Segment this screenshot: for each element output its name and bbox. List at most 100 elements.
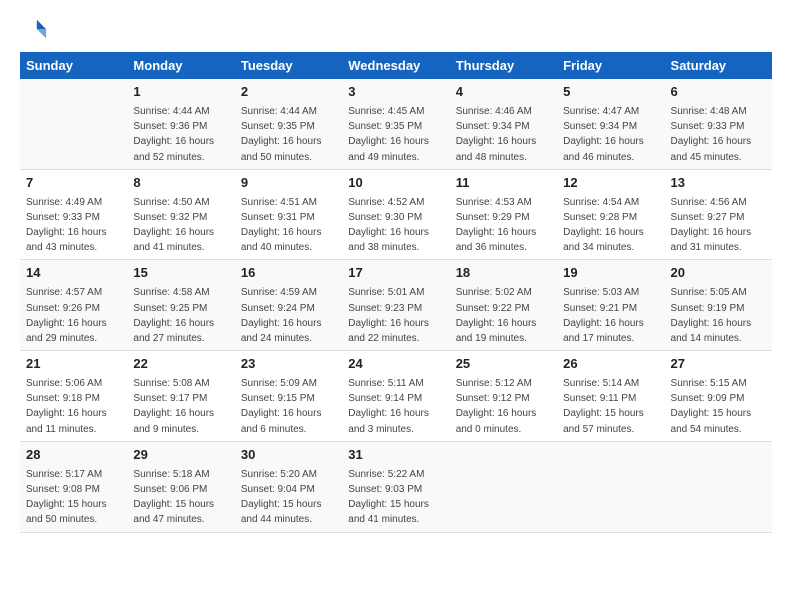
calendar-cell: 6Sunrise: 4:48 AM Sunset: 9:33 PM Daylig… — [665, 79, 772, 169]
day-number: 25 — [456, 355, 551, 374]
day-number: 11 — [456, 174, 551, 193]
calendar-cell: 20Sunrise: 5:05 AM Sunset: 9:19 PM Dayli… — [665, 260, 772, 351]
calendar-cell: 21 Sunrise: 5:06 AM Sunset: 9:18 PM Dayli… — [20, 351, 127, 442]
calendar-cell: 2 Sunrise: 4:44 AM Sunset: 9:35 PM Daylig… — [235, 79, 342, 169]
day-info: Sunrise: 4:47 AM Sunset: 9:34 PM Dayligh… — [563, 106, 644, 163]
col-header-tuesday: Tuesday — [235, 52, 342, 79]
week-row-3: 14 Sunrise: 4:57 AM Sunset: 9:26 PM Dayli… — [20, 260, 772, 351]
header — [20, 16, 772, 44]
day-number: 18 — [456, 264, 551, 283]
col-header-sunday: Sunday — [20, 52, 127, 79]
day-info: Sunrise: 4:54 AM Sunset: 9:28 PM Dayligh… — [563, 197, 644, 254]
day-info: Sunrise: 4:45 AM Sunset: 9:35 PM Dayligh… — [348, 106, 429, 163]
day-number: 13 — [671, 174, 766, 193]
calendar-cell: 28 Sunrise: 5:17 AM Sunset: 9:08 PM Dayli… — [20, 441, 127, 532]
day-info: Sunrise: 5:11 AM Sunset: 9:14 PM Dayligh… — [348, 378, 429, 435]
calendar-table: SundayMondayTuesdayWednesdayThursdayFrid… — [20, 52, 772, 533]
day-number: 24 — [348, 355, 443, 374]
calendar-cell: 12 Sunrise: 4:54 AM Sunset: 9:28 PM Dayli… — [557, 169, 664, 260]
calendar-cell: 30Sunrise: 5:20 AM Sunset: 9:04 PM Dayli… — [235, 441, 342, 532]
day-info: Sunrise: 4:46 AM Sunset: 9:34 PM Dayligh… — [456, 106, 537, 163]
day-info: Sunrise: 5:06 AM Sunset: 9:18 PM Dayligh… — [26, 378, 107, 435]
day-number: 29 — [133, 446, 228, 465]
header-row: SundayMondayTuesdayWednesdayThursdayFrid… — [20, 52, 772, 79]
week-row-5: 28 Sunrise: 5:17 AM Sunset: 9:08 PM Dayli… — [20, 441, 772, 532]
day-info: Sunrise: 5:03 AM Sunset: 9:21 PM Dayligh… — [563, 287, 644, 344]
day-info: Sunrise: 4:59 AM Sunset: 9:24 PM Dayligh… — [241, 287, 322, 344]
day-info: Sunrise: 5:20 AM Sunset: 9:04 PM Dayligh… — [241, 469, 322, 526]
day-number: 23 — [241, 355, 336, 374]
calendar-cell: 13 Sunrise: 4:56 AM Sunset: 9:27 PM Dayli… — [665, 169, 772, 260]
col-header-friday: Friday — [557, 52, 664, 79]
calendar-cell: 16 Sunrise: 4:59 AM Sunset: 9:24 PM Dayli… — [235, 260, 342, 351]
day-number: 1 — [133, 83, 228, 102]
day-number: 9 — [241, 174, 336, 193]
day-number: 10 — [348, 174, 443, 193]
day-info: Sunrise: 5:17 AM Sunset: 9:08 PM Dayligh… — [26, 469, 107, 526]
day-number: 12 — [563, 174, 658, 193]
calendar-cell — [665, 441, 772, 532]
day-number: 7 — [26, 174, 121, 193]
calendar-cell: 25 Sunrise: 5:12 AM Sunset: 9:12 PM Dayli… — [450, 351, 557, 442]
calendar-cell: 31 Sunrise: 5:22 AM Sunset: 9:03 PM Dayli… — [342, 441, 449, 532]
calendar-cell: 11Sunrise: 4:53 AM Sunset: 9:29 PM Dayli… — [450, 169, 557, 260]
day-info: Sunrise: 4:57 AM Sunset: 9:26 PM Dayligh… — [26, 287, 107, 344]
day-number: 3 — [348, 83, 443, 102]
col-header-saturday: Saturday — [665, 52, 772, 79]
calendar-cell — [450, 441, 557, 532]
calendar-cell: 22Sunrise: 5:08 AM Sunset: 9:17 PM Dayli… — [127, 351, 234, 442]
week-row-1: 1Sunrise: 4:44 AM Sunset: 9:36 PM Daylig… — [20, 79, 772, 169]
week-row-2: 7Sunrise: 4:49 AM Sunset: 9:33 PM Daylig… — [20, 169, 772, 260]
day-info: Sunrise: 5:18 AM Sunset: 9:06 PM Dayligh… — [133, 469, 214, 526]
day-number: 16 — [241, 264, 336, 283]
day-number: 21 — [26, 355, 121, 374]
day-number: 15 — [133, 264, 228, 283]
day-info: Sunrise: 5:01 AM Sunset: 9:23 PM Dayligh… — [348, 287, 429, 344]
day-info: Sunrise: 5:15 AM Sunset: 9:09 PM Dayligh… — [671, 378, 752, 435]
day-info: Sunrise: 5:12 AM Sunset: 9:12 PM Dayligh… — [456, 378, 537, 435]
calendar-cell — [20, 79, 127, 169]
calendar-cell: 14 Sunrise: 4:57 AM Sunset: 9:26 PM Dayli… — [20, 260, 127, 351]
day-number: 28 — [26, 446, 121, 465]
day-number: 31 — [348, 446, 443, 465]
day-info: Sunrise: 4:52 AM Sunset: 9:30 PM Dayligh… — [348, 197, 429, 254]
day-number: 22 — [133, 355, 228, 374]
calendar-cell: 7Sunrise: 4:49 AM Sunset: 9:33 PM Daylig… — [20, 169, 127, 260]
calendar-cell: 9 Sunrise: 4:51 AM Sunset: 9:31 PM Daylig… — [235, 169, 342, 260]
day-info: Sunrise: 4:51 AM Sunset: 9:31 PM Dayligh… — [241, 197, 322, 254]
calendar-cell: 5 Sunrise: 4:47 AM Sunset: 9:34 PM Daylig… — [557, 79, 664, 169]
day-info: Sunrise: 5:02 AM Sunset: 9:22 PM Dayligh… — [456, 287, 537, 344]
day-info: Sunrise: 4:44 AM Sunset: 9:35 PM Dayligh… — [241, 106, 322, 163]
day-info: Sunrise: 4:56 AM Sunset: 9:27 PM Dayligh… — [671, 197, 752, 254]
calendar-cell: 8 Sunrise: 4:50 AM Sunset: 9:32 PM Daylig… — [127, 169, 234, 260]
day-info: Sunrise: 4:58 AM Sunset: 9:25 PM Dayligh… — [133, 287, 214, 344]
day-number: 5 — [563, 83, 658, 102]
week-row-4: 21 Sunrise: 5:06 AM Sunset: 9:18 PM Dayli… — [20, 351, 772, 442]
calendar-cell: 4 Sunrise: 4:46 AM Sunset: 9:34 PM Daylig… — [450, 79, 557, 169]
calendar-cell: 24 Sunrise: 5:11 AM Sunset: 9:14 PM Dayli… — [342, 351, 449, 442]
logo-icon — [20, 16, 48, 44]
col-header-wednesday: Wednesday — [342, 52, 449, 79]
calendar-cell: 23 Sunrise: 5:09 AM Sunset: 9:15 PM Dayli… — [235, 351, 342, 442]
day-info: Sunrise: 5:22 AM Sunset: 9:03 PM Dayligh… — [348, 469, 429, 526]
day-info: Sunrise: 5:14 AM Sunset: 9:11 PM Dayligh… — [563, 378, 644, 435]
day-info: Sunrise: 5:09 AM Sunset: 9:15 PM Dayligh… — [241, 378, 322, 435]
page: SundayMondayTuesdayWednesdayThursdayFrid… — [0, 0, 792, 543]
day-number: 26 — [563, 355, 658, 374]
day-number: 17 — [348, 264, 443, 283]
calendar-cell: 19Sunrise: 5:03 AM Sunset: 9:21 PM Dayli… — [557, 260, 664, 351]
calendar-cell: 26 Sunrise: 5:14 AM Sunset: 9:11 PM Dayli… — [557, 351, 664, 442]
calendar-cell: 1Sunrise: 4:44 AM Sunset: 9:36 PM Daylig… — [127, 79, 234, 169]
day-number: 14 — [26, 264, 121, 283]
calendar-cell: 29 Sunrise: 5:18 AM Sunset: 9:06 PM Dayli… — [127, 441, 234, 532]
day-number: 4 — [456, 83, 551, 102]
calendar-cell: 18 Sunrise: 5:02 AM Sunset: 9:22 PM Dayli… — [450, 260, 557, 351]
day-number: 2 — [241, 83, 336, 102]
day-info: Sunrise: 5:05 AM Sunset: 9:19 PM Dayligh… — [671, 287, 752, 344]
day-number: 27 — [671, 355, 766, 374]
logo — [20, 16, 52, 44]
day-number: 8 — [133, 174, 228, 193]
calendar-cell: 3 Sunrise: 4:45 AM Sunset: 9:35 PM Daylig… — [342, 79, 449, 169]
day-info: Sunrise: 4:50 AM Sunset: 9:32 PM Dayligh… — [133, 197, 214, 254]
calendar-cell: 10 Sunrise: 4:52 AM Sunset: 9:30 PM Dayli… — [342, 169, 449, 260]
